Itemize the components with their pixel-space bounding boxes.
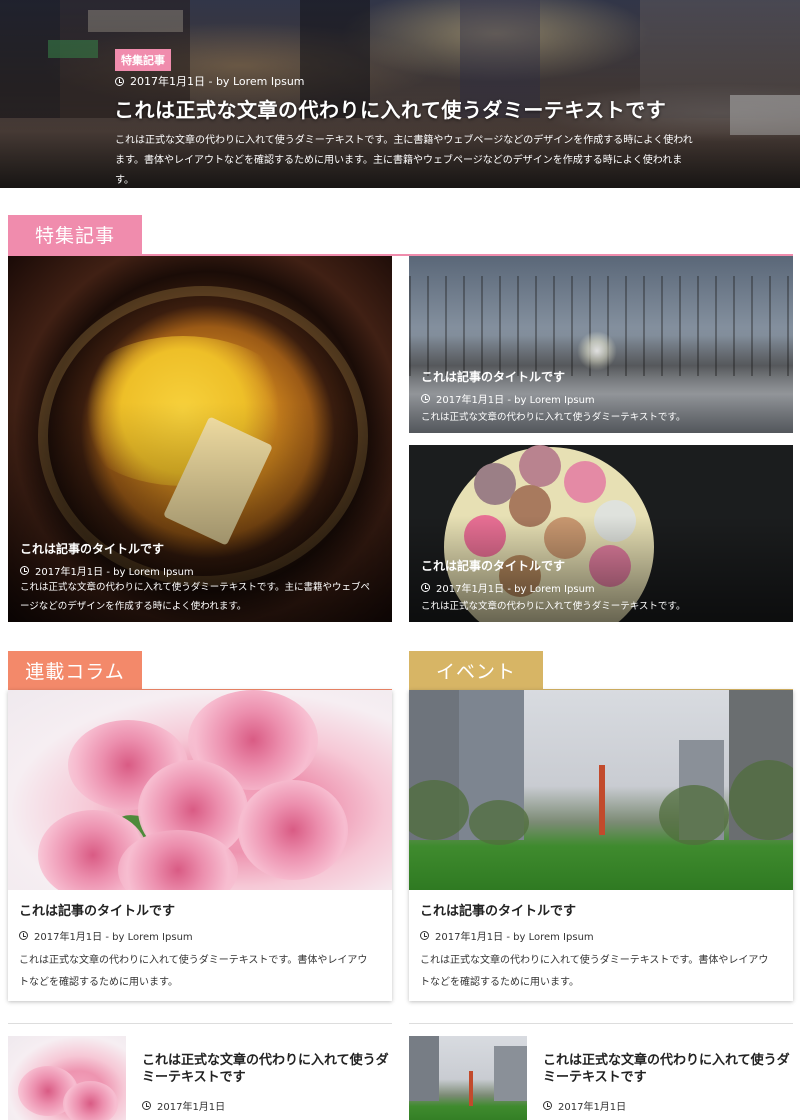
- clock-icon: [142, 1101, 151, 1110]
- tv-tower-image: [469, 1071, 473, 1106]
- card-shade: [409, 256, 793, 433]
- list-divider: [8, 1023, 392, 1024]
- card-excerpt: これは正式な文章の代わりに入れて使うダミーテキストです。主に書籍やウェブページな…: [20, 582, 370, 612]
- list-item[interactable]: これは正式な文章の代わりに入れて使うダミーテキストです 2017年1月1日: [8, 1036, 392, 1120]
- list-thumbnail: [8, 1036, 126, 1120]
- post-date: 2017年1月1日 - by Lorem Ipsum: [435, 932, 594, 943]
- event-card[interactable]: これは記事のタイトルです 2017年1月1日 - by Lorem Ipsum …: [409, 690, 793, 1001]
- post-meta: 2017年1月1日 - by Lorem Ipsum: [115, 73, 305, 89]
- hero-title[interactable]: これは正式な文章の代わりに入れて使うダミーテキストです: [114, 94, 666, 123]
- post-date: 2017年1月1日 - by Lorem Ipsum: [35, 567, 194, 578]
- clock-icon: [19, 931, 28, 940]
- list-title[interactable]: これは正式な文章の代わりに入れて使うダミーテキストです: [142, 1052, 394, 1086]
- card-excerpt: これは正式な文章の代わりに入れて使うダミーテキストです。: [421, 412, 686, 423]
- clock-icon: [421, 394, 430, 403]
- tree-image: [469, 800, 529, 845]
- clock-icon: [20, 566, 29, 575]
- list-item[interactable]: これは正式な文章の代わりに入れて使うダミーテキストです 2017年1月1日: [409, 1036, 793, 1120]
- section-heading-event: イベント: [409, 651, 543, 690]
- post-meta: 2017年1月1日 - by Lorem Ipsum: [20, 563, 194, 578]
- post-meta: 2017年1月1日: [543, 1098, 626, 1113]
- post-meta: 2017年1月1日 - by Lorem Ipsum: [420, 928, 594, 943]
- category-badge[interactable]: 特集記事: [115, 49, 171, 71]
- building-image: [494, 1046, 527, 1101]
- featured-side-card[interactable]: これは記事のタイトルです 2017年1月1日 - by Lorem Ipsum …: [409, 256, 793, 433]
- post-date: 2017年1月1日 - by Lorem Ipsum: [436, 395, 595, 406]
- column-card[interactable]: これは記事のタイトルです 2017年1月1日 - by Lorem Ipsum …: [8, 690, 392, 1001]
- post-meta: 2017年1月1日 - by Lorem Ipsum: [421, 391, 595, 406]
- flower-image: [238, 780, 348, 880]
- section-heading-featured: 特集記事: [8, 215, 142, 254]
- post-meta: 2017年1月1日 - by Lorem Ipsum: [19, 928, 193, 943]
- clock-icon: [421, 583, 430, 592]
- tree-image: [659, 785, 729, 845]
- card-title[interactable]: これは記事のタイトルです: [20, 540, 164, 557]
- post-date: 2017年1月1日: [558, 1102, 627, 1113]
- card-shade: [409, 445, 793, 622]
- section-heading-column: 連載コラム: [8, 651, 142, 690]
- card-excerpt: これは正式な文章の代わりに入れて使うダミーテキストです。書体やレイアウトなどを確…: [19, 955, 368, 988]
- list-divider: [409, 1023, 793, 1024]
- card-title[interactable]: これは記事のタイトルです: [421, 557, 565, 574]
- tv-tower-image: [599, 765, 605, 835]
- post-date: 2017年1月1日 - by Lorem Ipsum: [130, 75, 305, 88]
- card-title[interactable]: これは記事のタイトルです: [19, 900, 175, 919]
- clock-icon: [115, 76, 124, 86]
- flower-image: [63, 1081, 118, 1120]
- post-meta: 2017年1月1日 - by Lorem Ipsum: [421, 580, 595, 595]
- post-date: 2017年1月1日 - by Lorem Ipsum: [34, 932, 193, 943]
- list-title[interactable]: これは正式な文章の代わりに入れて使うダミーテキストです: [543, 1052, 795, 1086]
- featured-main-card[interactable]: これは記事のタイトルです 2017年1月1日 - by Lorem Ipsum …: [8, 256, 392, 622]
- card-image: [8, 690, 392, 890]
- post-date: 2017年1月1日 - by Lorem Ipsum: [436, 584, 595, 595]
- hero-banner[interactable]: 特集記事 2017年1月1日 - by Lorem Ipsum これは正式な文章…: [0, 0, 800, 188]
- hero-excerpt: これは正式な文章の代わりに入れて使うダミーテキストです。主に書籍やウェブページな…: [115, 135, 693, 186]
- card-title[interactable]: これは記事のタイトルです: [421, 368, 565, 385]
- featured-side-card[interactable]: これは記事のタイトルです 2017年1月1日 - by Lorem Ipsum …: [409, 445, 793, 622]
- card-excerpt: これは正式な文章の代わりに入れて使うダミーテキストです。: [421, 601, 686, 612]
- card-excerpt: これは正式な文章の代わりに入れて使うダミーテキストです。書体やレイアウトなどを確…: [420, 955, 769, 988]
- clock-icon: [543, 1101, 552, 1110]
- card-title[interactable]: これは記事のタイトルです: [420, 900, 576, 919]
- post-date: 2017年1月1日: [157, 1102, 226, 1113]
- building-image: [409, 1036, 439, 1101]
- card-image: [409, 690, 793, 890]
- list-thumbnail: [409, 1036, 527, 1120]
- post-meta: 2017年1月1日: [142, 1098, 225, 1113]
- clock-icon: [420, 931, 429, 940]
